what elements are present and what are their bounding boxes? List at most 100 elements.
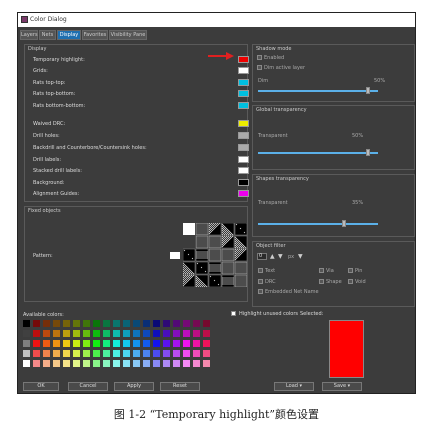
cancel-button[interactable]: Cancel: [68, 382, 108, 391]
palette-color-cell[interactable]: [33, 320, 40, 327]
palette-color-cell[interactable]: [183, 340, 190, 347]
palette-color-cell[interactable]: [193, 360, 200, 367]
pattern-cell[interactable]: [195, 248, 209, 262]
pin-filter-checkbox[interactable]: [348, 268, 353, 273]
palette-color-cell[interactable]: [33, 330, 40, 337]
palette-color-cell[interactable]: [163, 360, 170, 367]
tab-nets[interactable]: Nets: [39, 30, 56, 40]
palette-color-cell[interactable]: [113, 350, 120, 357]
shapes-transparency-slider-track[interactable]: [258, 223, 378, 225]
palette-color-cell[interactable]: [203, 330, 210, 337]
palette-color-cell[interactable]: [83, 360, 90, 367]
reset-button[interactable]: Reset: [160, 382, 200, 391]
palette-color-cell[interactable]: [23, 350, 30, 357]
dim-slider-thumb[interactable]: [366, 87, 370, 94]
via-filter-checkbox[interactable]: [319, 268, 324, 273]
palette-color-cell[interactable]: [193, 340, 200, 347]
palette-color-cell[interactable]: [183, 350, 190, 357]
palette-color-cell[interactable]: [73, 320, 80, 327]
palette-color-cell[interactable]: [153, 350, 160, 357]
palette-color-cell[interactable]: [173, 320, 180, 327]
palette-color-cell[interactable]: [93, 360, 100, 367]
palette-color-cell[interactable]: [93, 350, 100, 357]
palette-color-cell[interactable]: [103, 320, 110, 327]
pattern-grid[interactable]: [183, 223, 247, 287]
text-filter-checkbox[interactable]: [258, 268, 263, 273]
palette-color-cell[interactable]: [113, 330, 120, 337]
palette-color-cell[interactable]: [63, 320, 70, 327]
palette-color-cell[interactable]: [73, 360, 80, 367]
palette-color-cell[interactable]: [23, 330, 30, 337]
palette-color-cell[interactable]: [163, 320, 170, 327]
display-item-color-swatch[interactable]: [238, 190, 249, 197]
pattern-cell[interactable]: [221, 274, 235, 287]
void-filter-checkbox[interactable]: [348, 279, 353, 284]
palette-color-cell[interactable]: [53, 320, 60, 327]
palette-color-cell[interactable]: [63, 330, 70, 337]
display-item-color-swatch[interactable]: [238, 102, 249, 109]
ok-button[interactable]: OK: [23, 382, 59, 391]
display-item-color-swatch[interactable]: [238, 167, 249, 174]
palette-color-cell[interactable]: [93, 330, 100, 337]
load-button[interactable]: Load ▾: [274, 382, 314, 391]
palette-color-cell[interactable]: [203, 320, 210, 327]
palette-color-cell[interactable]: [173, 350, 180, 357]
palette-color-cell[interactable]: [43, 320, 50, 327]
shapes-transparency-slider-thumb[interactable]: [342, 220, 346, 227]
highlight-unused-checkbox[interactable]: [231, 311, 236, 316]
display-item-color-swatch[interactable]: [238, 79, 249, 86]
palette-color-cell[interactable]: [203, 360, 210, 367]
palette-color-cell[interactable]: [93, 340, 100, 347]
shape-filter-checkbox[interactable]: [319, 279, 324, 284]
display-item-color-swatch[interactable]: [238, 156, 249, 163]
apply-button[interactable]: Apply: [114, 382, 154, 391]
palette-color-cell[interactable]: [43, 350, 50, 357]
palette-color-cell[interactable]: [53, 350, 60, 357]
palette-color-cell[interactable]: [143, 320, 150, 327]
palette-color-cell[interactable]: [53, 360, 60, 367]
palette-color-cell[interactable]: [103, 340, 110, 347]
palette-color-cell[interactable]: [103, 330, 110, 337]
decrease-icon[interactable]: ▼: [278, 253, 283, 260]
pattern-cell[interactable]: [221, 223, 235, 236]
palette-color-cell[interactable]: [133, 350, 140, 357]
palette-color-cell[interactable]: [73, 340, 80, 347]
palette-color-cell[interactable]: [143, 360, 150, 367]
palette-color-cell[interactable]: [193, 330, 200, 337]
pattern-cell[interactable]: [221, 261, 235, 275]
pattern-cell[interactable]: [183, 274, 196, 287]
pattern-cell[interactable]: [183, 261, 196, 275]
palette-color-cell[interactable]: [23, 340, 30, 347]
unit-dropdown-icon[interactable]: ▼: [298, 253, 303, 260]
save-button[interactable]: Save ▾: [322, 382, 362, 391]
enabled-checkbox[interactable]: [257, 55, 262, 60]
pattern-cell[interactable]: [221, 235, 235, 249]
pattern-cell[interactable]: [234, 274, 247, 287]
palette-color-cell[interactable]: [83, 350, 90, 357]
palette-color-cell[interactable]: [133, 320, 140, 327]
palette-color-cell[interactable]: [123, 360, 130, 367]
palette-color-cell[interactable]: [93, 320, 100, 327]
palette-color-cell[interactable]: [143, 350, 150, 357]
palette-color-cell[interactable]: [83, 330, 90, 337]
display-item-color-swatch[interactable]: [238, 56, 249, 63]
palette-color-cell[interactable]: [83, 340, 90, 347]
palette-color-cell[interactable]: [103, 360, 110, 367]
palette-color-cell[interactable]: [113, 340, 120, 347]
palette-color-cell[interactable]: [123, 330, 130, 337]
palette-color-cell[interactable]: [113, 360, 120, 367]
palette-color-cell[interactable]: [203, 350, 210, 357]
tab-display[interactable]: Display: [57, 30, 81, 40]
palette-color-cell[interactable]: [43, 360, 50, 367]
pattern-cell[interactable]: [208, 235, 222, 249]
pattern-cell[interactable]: [234, 248, 247, 262]
pattern-cell[interactable]: [208, 223, 222, 236]
palette-color-cell[interactable]: [183, 360, 190, 367]
tab-visibility-pane[interactable]: Visibility Pane: [109, 30, 147, 40]
pattern-cell[interactable]: [234, 261, 247, 275]
palette-color-cell[interactable]: [63, 360, 70, 367]
drc-filter-checkbox[interactable]: [258, 279, 263, 284]
palette-color-cell[interactable]: [153, 360, 160, 367]
tab-layers[interactable]: Layers: [20, 30, 38, 40]
pattern-cell[interactable]: [195, 235, 209, 249]
